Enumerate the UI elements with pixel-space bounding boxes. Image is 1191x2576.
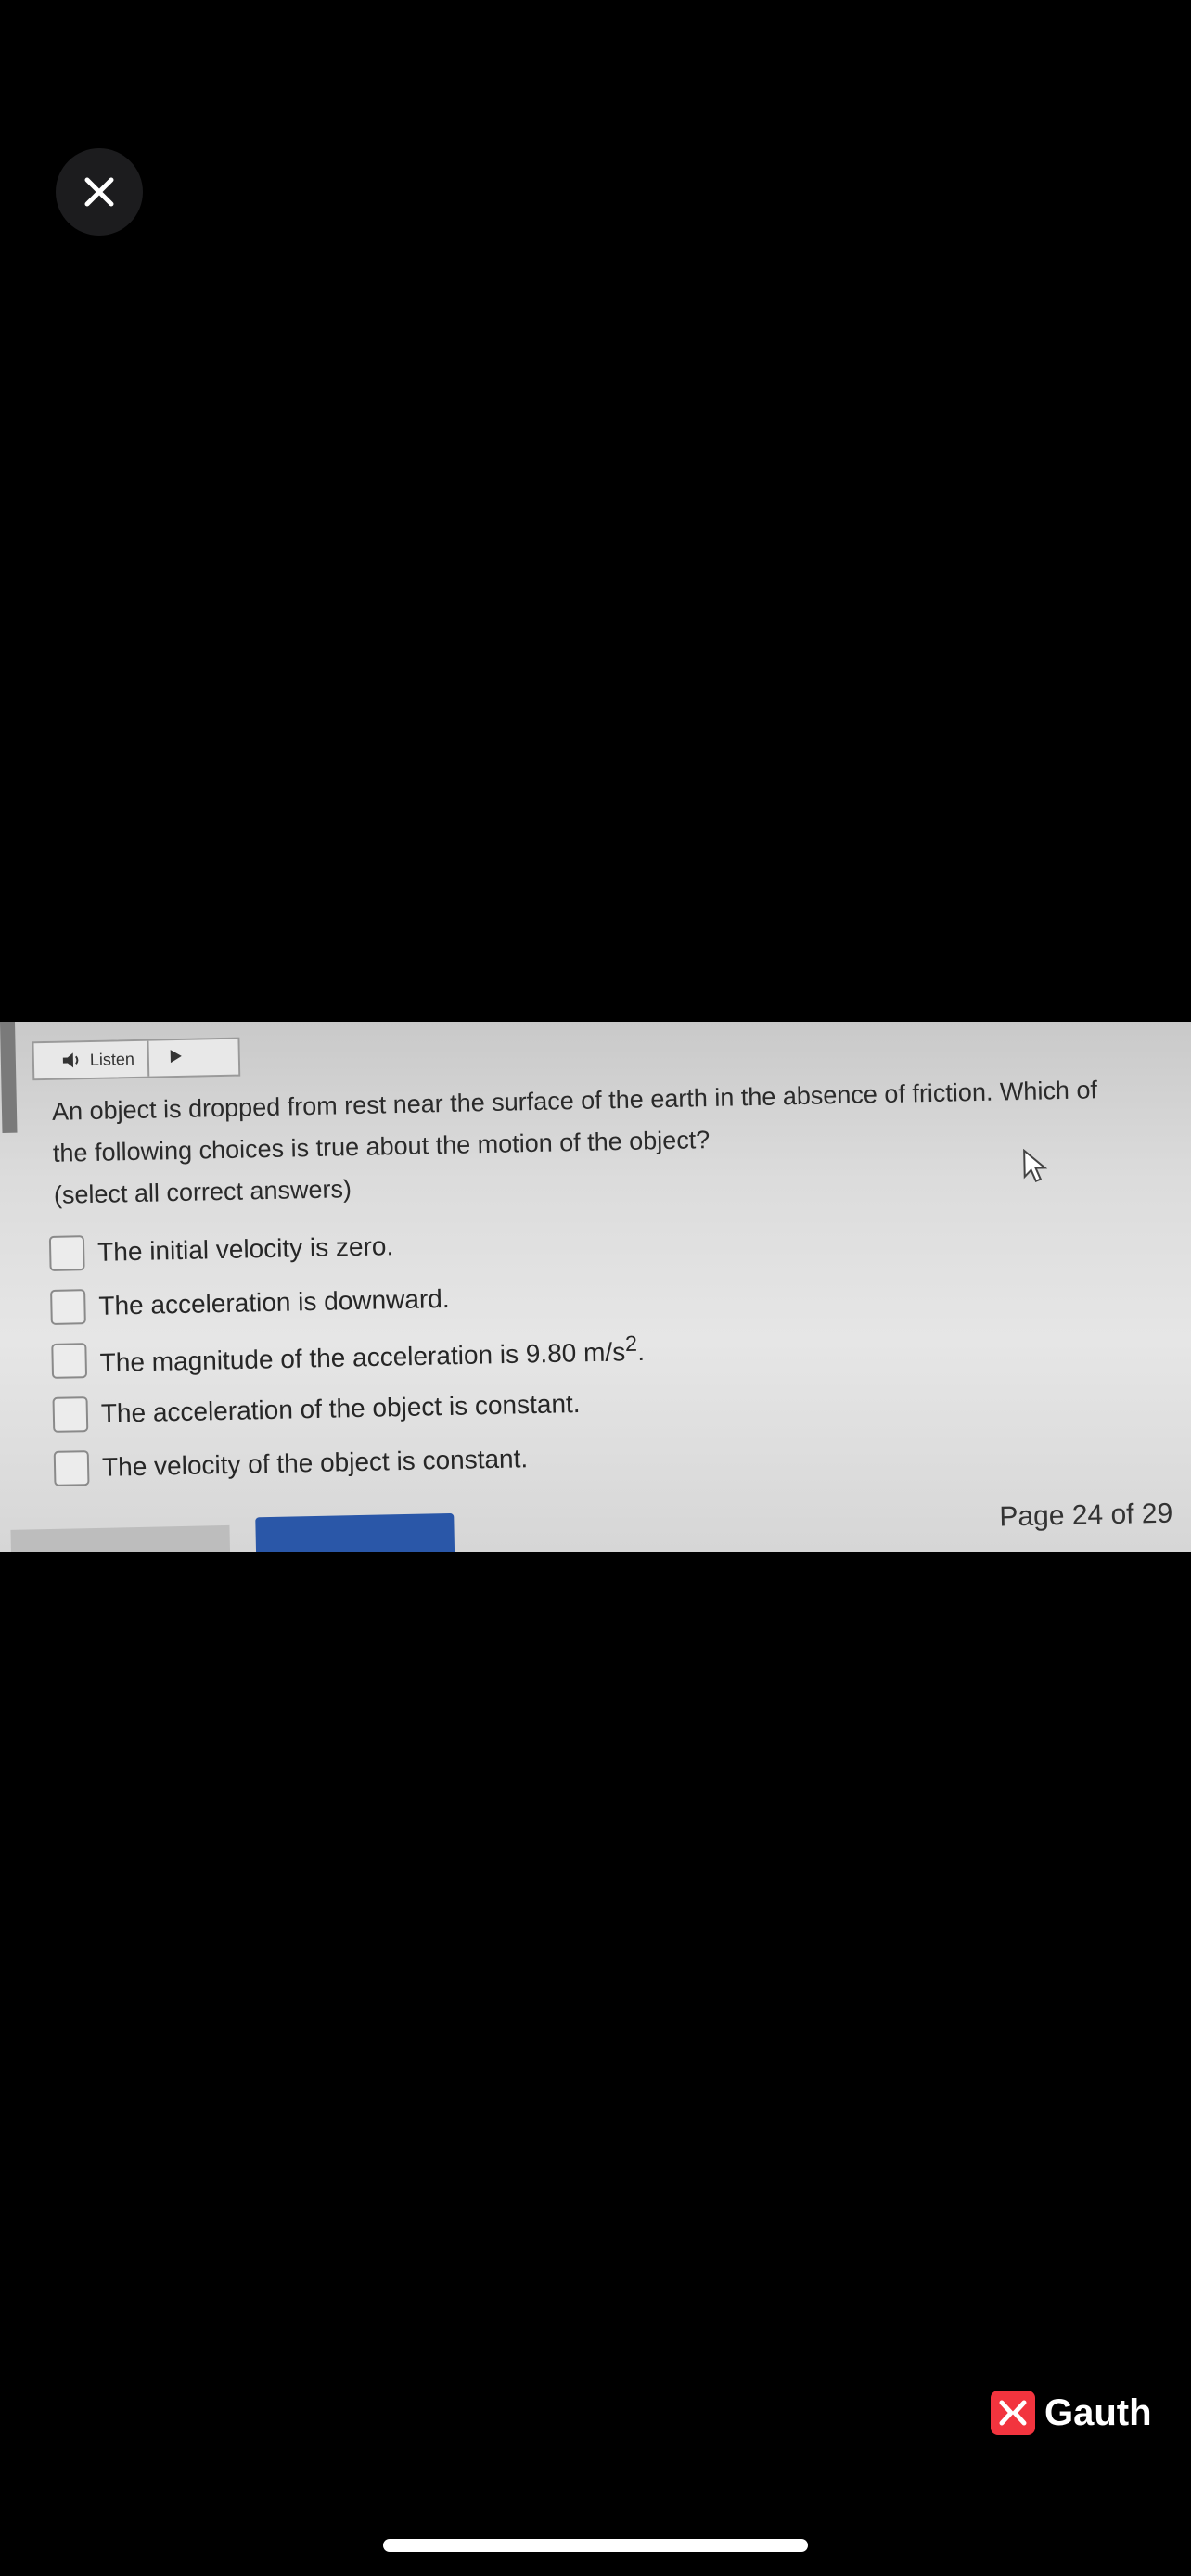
play-button[interactable] [149,1048,203,1068]
option-checkbox[interactable] [50,1289,86,1325]
speaker-icon [62,1052,79,1068]
question-text: An object is dropped from rest near the … [52,1068,1140,1216]
option-velocity-constant[interactable]: The velocity of the object is constant. [53,1430,647,1496]
question-body: An object is dropped from rest near the … [51,1076,1098,1167]
option-checkbox[interactable] [48,1235,85,1271]
option-label: The magnitude of the acceleration is 9.8… [99,1331,646,1377]
next-page-button[interactable] [255,1512,455,1552]
home-indicator[interactable] [383,2539,808,2552]
listen-label: Listen [89,1049,135,1069]
question-photo: Listen An object is dropped from rest ne… [0,1022,1191,1552]
option-label: The acceleration is downward. [98,1283,450,1320]
option-label: The initial velocity is zero. [96,1231,394,1267]
screen-edge [0,1022,18,1133]
listen-button[interactable]: Listen [33,1040,150,1079]
option-label: The acceleration of the object is consta… [100,1388,581,1428]
mouse-cursor-icon [1023,1148,1048,1182]
play-icon [170,1049,182,1063]
previous-page-button[interactable] [10,1524,231,1552]
close-icon [84,177,114,207]
option-checkbox[interactable] [52,1396,89,1433]
close-button[interactable] [56,148,143,236]
answer-options: The initial velocity is zero. The accele… [48,1215,647,1496]
gauth-watermark: Gauth [991,2391,1152,2435]
option-label: The velocity of the object is constant. [101,1444,529,1482]
gauth-name: Gauth [1044,2391,1152,2433]
question-instruction: (select all correct answers) [53,1175,352,1209]
gauth-logo-icon [991,2391,1035,2435]
page-indicator: Page 24 of 29 [999,1498,1173,1533]
option-checkbox[interactable] [51,1343,88,1379]
listen-toolbar: Listen [32,1037,241,1081]
option-checkbox[interactable] [53,1450,90,1486]
